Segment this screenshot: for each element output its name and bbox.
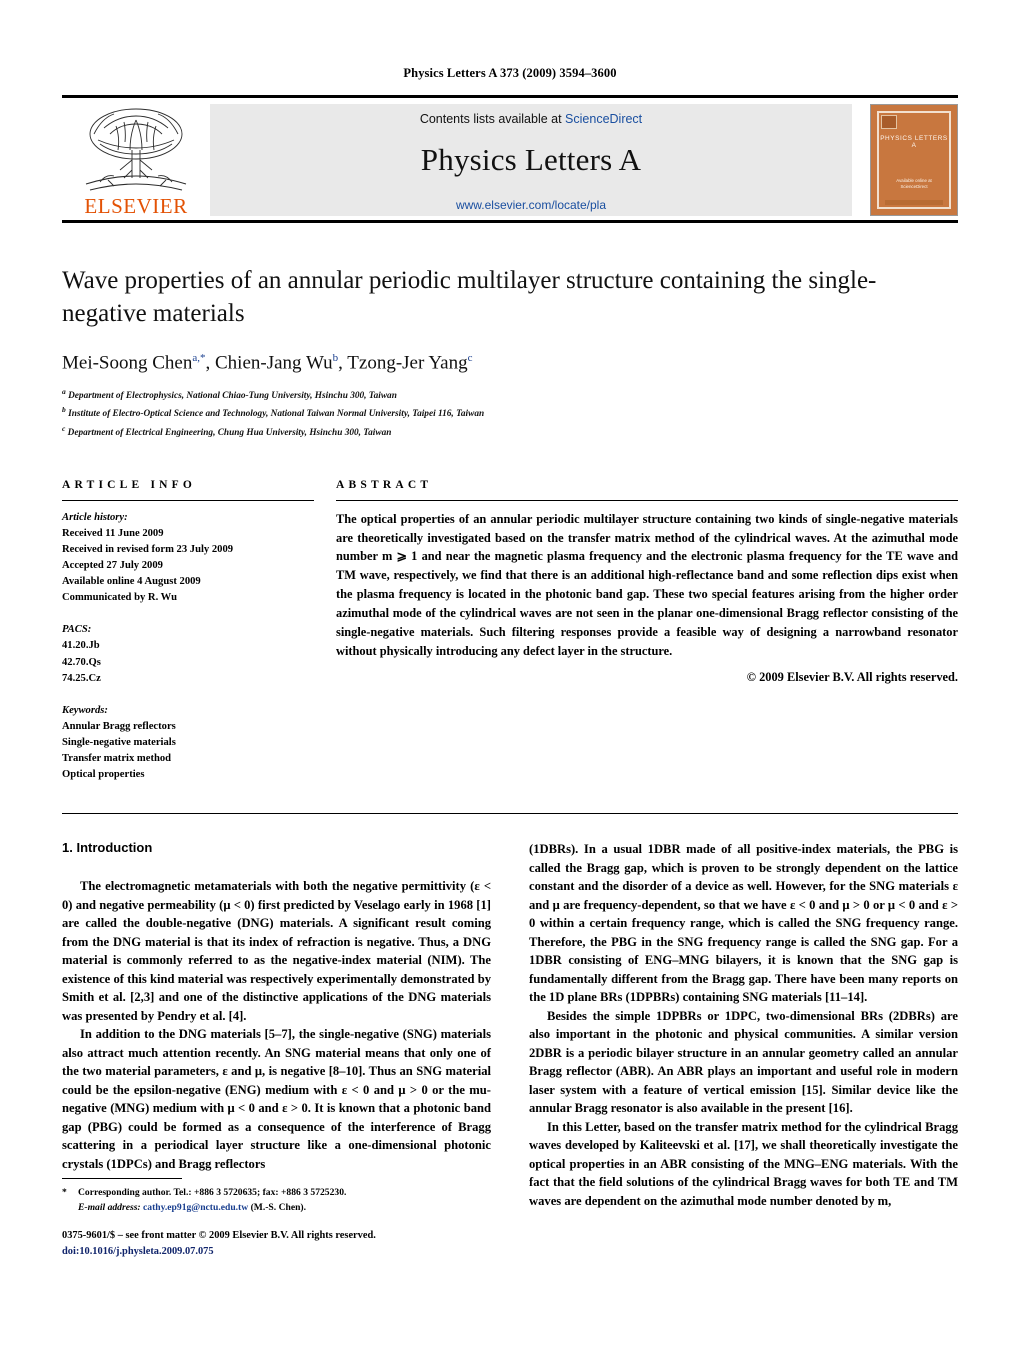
article-history-label: Article history:: [62, 511, 128, 523]
cover-journal-title: PHYSICS LETTERS A: [880, 135, 948, 149]
keyword-item: Transfer matrix method: [62, 752, 172, 764]
pacs-item: 74.25.Cz: [62, 672, 101, 684]
history-item: Available online 4 August 2009: [62, 576, 201, 588]
section-heading-introduction: 1. Introduction: [62, 840, 153, 856]
affiliation-text: Institute of Electro-Optical Science and…: [68, 409, 485, 420]
abstract-rule: [336, 499, 958, 501]
affiliation-list: a Department of Electrophysics, National…: [62, 386, 958, 440]
footnote-rule: [62, 1178, 182, 1179]
affiliation-mark: c: [62, 423, 66, 433]
imprint-issn-line: 0375-9601/$ – see front matter © 2009 El…: [62, 1230, 376, 1241]
cover-sd-line2: ScienceDirect: [900, 184, 928, 190]
affiliation-item: c Department of Electrical Engineering, …: [62, 423, 958, 441]
article-info-rule: [62, 499, 314, 501]
elsevier-tree-icon: [85, 108, 187, 191]
affiliation-mark: a: [62, 387, 66, 397]
contents-prefix-text: Contents lists available at: [419, 112, 566, 126]
footnote-star-marker: *: [62, 1187, 67, 1198]
sciencedirect-link[interactable]: ScienceDirect: [565, 112, 642, 126]
footnote-email-owner: (M.-S. Chen).: [250, 1202, 307, 1214]
pacs-block: PACS: 41.20.Jb 42.70.Qs 74.25.Cz: [62, 622, 314, 686]
paper-page: Physics Letters A 373 (2009) 3594–3600 E…: [0, 0, 1020, 1351]
paragraph: In this Letter, based on the transfer ma…: [529, 1119, 958, 1208]
paragraph: In addition to the DNG materials [5–7], …: [62, 1027, 491, 1171]
author-list: Mei-Soong Chena,*, Chien-Jang Wub, Tzong…: [62, 352, 473, 374]
author-name: Chien-Jang Wu: [215, 352, 333, 374]
cover-elsevier-mark-icon: [881, 115, 897, 129]
abstract-heading: ABSTRACT: [336, 478, 433, 491]
imprint-block: 0375-9601/$ – see front matter © 2009 El…: [62, 1228, 502, 1260]
info-abstract-bottom-rule: [62, 813, 958, 815]
pacs-item: 41.20.Jb: [62, 640, 100, 652]
author-affil-mark: c: [467, 352, 473, 364]
pacs-item: 42.70.Qs: [62, 656, 101, 668]
journal-homepage-link[interactable]: www.elsevier.com/locate/pla: [456, 198, 606, 212]
affiliation-mark: b: [62, 405, 66, 415]
abstract-column: ABSTRACT The optical properties of an an…: [336, 479, 958, 783]
history-item: Received in revised form 23 July 2009: [62, 543, 234, 555]
footnote-corresponding-text: Corresponding author. Tel.: +886 3 57206…: [78, 1187, 347, 1198]
body-left-column: 1. Introduction The electromagnetic meta…: [62, 840, 491, 1210]
history-item: Accepted 27 July 2009: [62, 560, 163, 572]
keyword-item: Single-negative materials: [62, 736, 176, 748]
elsevier-logo: ELSEVIER: [62, 98, 210, 220]
keyword-item: Annular Bragg reflectors: [62, 720, 176, 732]
article-info-heading: ARTICLE INFO: [62, 478, 197, 491]
history-item: Communicated by R. Wu: [62, 592, 177, 604]
paragraph: (1DBRs). In a usual 1DBR made of all pos…: [529, 842, 958, 1005]
keyword-item: Optical properties: [62, 769, 145, 781]
page-title: Wave properties of an annular periodic m…: [62, 267, 877, 327]
info-abstract-region: ARTICLE INFO Article history: Received 1…: [62, 479, 958, 783]
paragraph: The electromagnetic metamaterials with b…: [62, 879, 491, 1023]
keywords-label: Keywords:: [62, 704, 108, 716]
journal-masthead: ELSEVIER Contents lists available at Sci…: [62, 95, 958, 220]
history-item: Received 11 June 2009: [62, 527, 164, 539]
body-columns: 1. Introduction The electromagnetic meta…: [62, 840, 958, 1210]
masthead-bottom-rule: [62, 220, 958, 223]
affiliation-text: Department of Electrical Engineering, Ch…: [67, 427, 392, 438]
title-block: Wave properties of an annular periodic m…: [62, 265, 958, 441]
footnote-email-link[interactable]: cathy.ep91g@nctu.edu.tw: [143, 1202, 248, 1213]
footnote-email-line: E-mail address: cathy.ep91g@nctu.edu.tw …: [62, 1200, 482, 1215]
paragraph: Besides the simple 1DPBRs or 1DPC, two-d…: [529, 1008, 958, 1116]
affiliation-text: Department of Electrophysics, National C…: [68, 391, 397, 402]
contents-available-line: Contents lists available at ScienceDirec…: [420, 112, 642, 126]
author-name: Mei-Soong Chen: [62, 352, 193, 374]
article-history-block: Article history: Received 11 June 2009 R…: [62, 510, 314, 607]
sciencedirect-banner: Contents lists available at ScienceDirec…: [210, 104, 852, 216]
footnote-corresponding-line: * Corresponding author. Tel.: +886 3 572…: [62, 1185, 482, 1200]
elsevier-wordmark: ELSEVIER: [84, 194, 188, 218]
corresponding-author-footnote: * Corresponding author. Tel.: +886 3 572…: [62, 1178, 482, 1216]
cover-bottom-strip: [885, 200, 943, 205]
doi-link[interactable]: doi:10.1016/j.physleta.2009.07.075: [62, 1244, 502, 1260]
abstract-copyright: © 2009 Elsevier B.V. All rights reserved…: [746, 669, 958, 684]
affiliation-item: a Department of Electrophysics, National…: [62, 386, 958, 404]
affiliation-item: b Institute of Electro-Optical Science a…: [62, 404, 958, 422]
cover-sd-line1: Available online at: [896, 177, 932, 183]
footnote-email-label: E-mail address:: [78, 1202, 141, 1214]
author-affil-mark: a,*: [192, 352, 206, 364]
journal-cover-thumbnail: PHYSICS LETTERS A Available online at Sc…: [870, 104, 958, 216]
pacs-label: PACS:: [62, 624, 92, 636]
author-affil-mark: b: [332, 352, 339, 364]
author-name: Tzong-Jer Yang: [347, 352, 468, 374]
body-right-column: (1DBRs). In a usual 1DBR made of all pos…: [529, 840, 958, 1210]
journal-cover-inner-frame: PHYSICS LETTERS A Available online at Sc…: [877, 111, 951, 209]
keywords-block: Keywords: Annular Bragg reflectors Singl…: [62, 703, 314, 783]
article-info-column: ARTICLE INFO Article history: Received 1…: [62, 479, 314, 783]
journal-title: Physics Letters A: [420, 142, 642, 177]
running-head: Physics Letters A 373 (2009) 3594–3600: [403, 66, 617, 80]
abstract-text: The optical properties of an annular per…: [336, 511, 958, 658]
cover-sciencedirect-block: Available online at ScienceDirect: [879, 178, 949, 191]
